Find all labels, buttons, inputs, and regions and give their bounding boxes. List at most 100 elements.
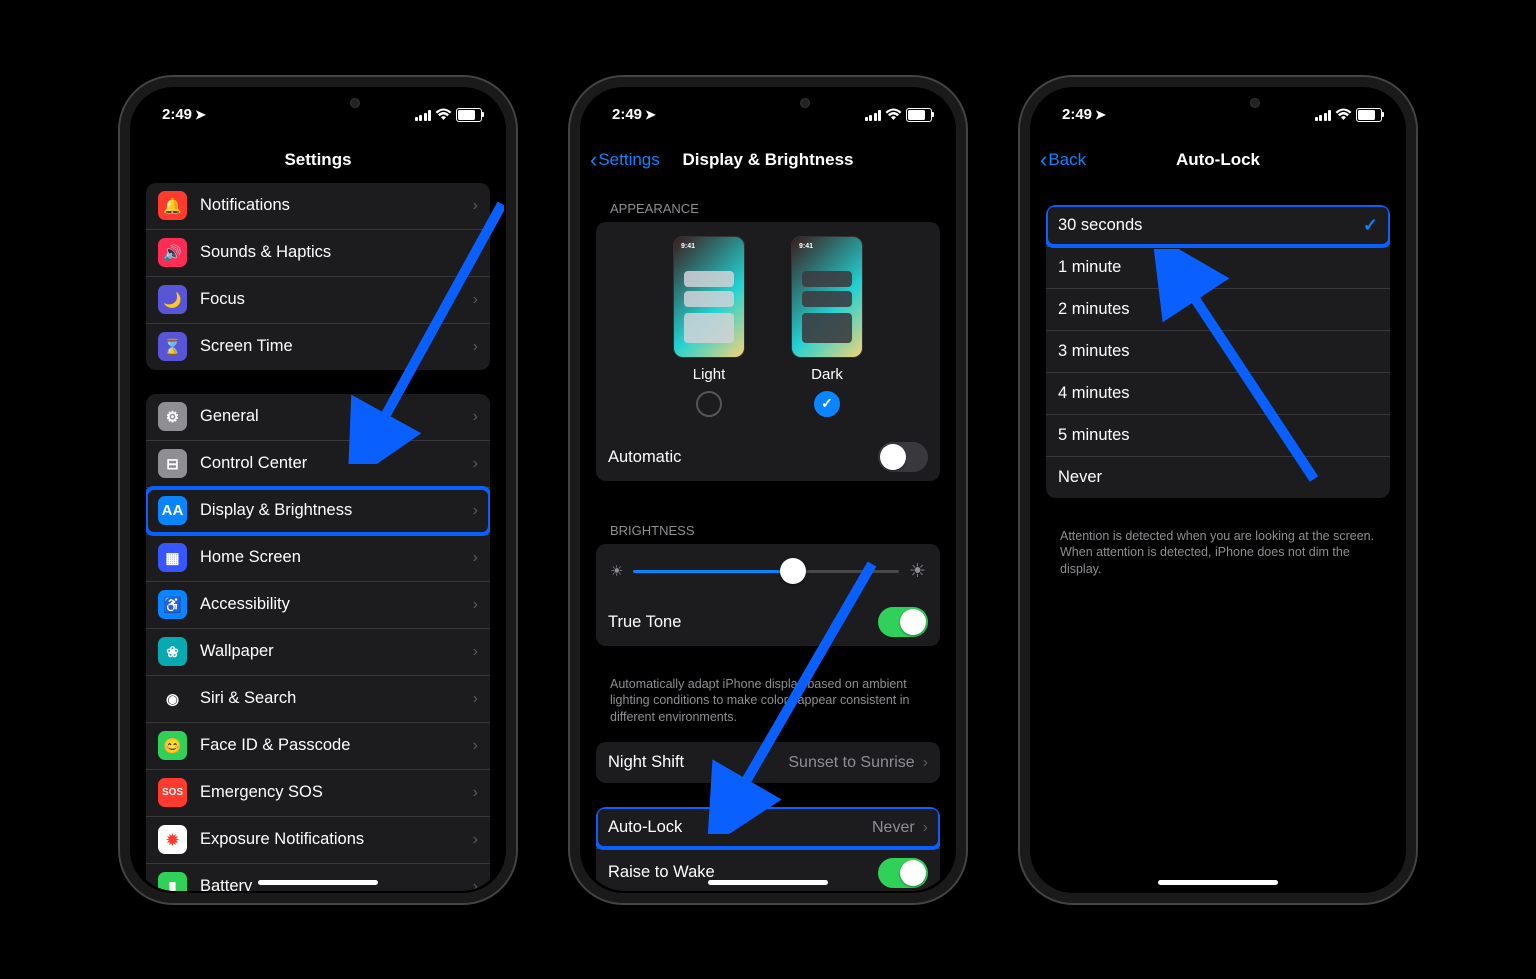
header: ‹ Settings Display & Brightness (582, 137, 954, 183)
settings-row-emergency-sos[interactable]: SOSEmergency SOS› (146, 770, 490, 817)
row-icon: 🌙 (158, 285, 187, 314)
back-button[interactable]: ‹ Settings (590, 147, 660, 173)
raise-toggle[interactable] (878, 858, 928, 888)
chevron-right-icon: › (473, 737, 478, 755)
settings-row-focus[interactable]: 🌙 Focus› (146, 277, 490, 324)
autolock-options: 30 seconds✓ 1 minute 2 minutes 3 minutes4 m… (1046, 205, 1390, 498)
option-label: 5 minutes (1058, 426, 1378, 445)
content[interactable]: 30 seconds✓ 1 minute 2 minutes 3 minutes4 m… (1032, 183, 1404, 891)
location-icon: ➤ (1095, 107, 1106, 123)
chevron-right-icon: › (473, 878, 478, 891)
chevron-right-icon: › (473, 291, 478, 309)
wifi-icon (435, 108, 452, 121)
true-tone-row[interactable]: True Tone (596, 599, 940, 646)
light-radio[interactable] (696, 391, 722, 417)
appearance-light[interactable]: Light (673, 236, 745, 422)
autolock-option[interactable]: 4 minutes (1046, 373, 1390, 415)
light-label: Light (673, 366, 745, 383)
true-tone-label: True Tone (608, 613, 878, 632)
settings-row-wallpaper[interactable]: ❀Wallpaper› (146, 629, 490, 676)
appearance-dark[interactable]: Dark (791, 236, 863, 422)
check-icon: ✓ (1363, 215, 1378, 236)
section-brightness: BRIGHTNESS (596, 505, 940, 544)
settings-row-general[interactable]: ⚙General› (146, 394, 490, 441)
row-label: Home Screen (200, 548, 473, 567)
autolock-raise-group: Auto-Lock Never › Raise to Wake (596, 807, 940, 890)
option-label: 1 minute (1058, 258, 1378, 277)
chevron-left-icon: ‹ (590, 147, 597, 173)
chevron-right-icon: › (923, 754, 928, 772)
chevron-right-icon: › (473, 549, 478, 567)
status-time: 2:49 (1062, 106, 1092, 123)
home-indicator[interactable] (258, 880, 378, 885)
autolock-option[interactable]: 1 minute (1046, 247, 1390, 289)
page-title: Auto-Lock (1176, 150, 1260, 170)
chevron-right-icon: › (473, 643, 478, 661)
autolock-option[interactable]: 2 minutes (1046, 289, 1390, 331)
settings-row-sounds-haptics[interactable]: 🔊Sounds & Haptics› (146, 230, 490, 277)
night-shift-row[interactable]: Night Shift Sunset to Sunrise › (596, 742, 940, 783)
brightness-group: ☀︎ ☀︎ True Tone (596, 544, 940, 646)
night-shift-label: Night Shift (608, 753, 788, 772)
option-label: Never (1058, 468, 1378, 487)
page-title: Display & Brightness (683, 150, 854, 170)
settings-row-screen-time[interactable]: ⌛Screen Time› (146, 324, 490, 370)
row-label: Focus (200, 290, 473, 309)
settings-row-notifications[interactable]: 🔔Notifications› (146, 183, 490, 230)
row-icon: 🔔 (158, 191, 187, 220)
automatic-row[interactable]: Automatic (596, 434, 940, 481)
row-label: Display & Brightness (200, 501, 473, 520)
page-title: Settings (284, 150, 351, 170)
autolock-option[interactable]: Never (1046, 457, 1390, 498)
content[interactable]: APPEARANCE Light Dark (582, 183, 954, 891)
settings-row-face-id-passcode[interactable]: 😊Face ID & Passcode› (146, 723, 490, 770)
row-label: Accessibility (200, 595, 473, 614)
row-icon: 😊 (158, 731, 187, 760)
automatic-label: Automatic (608, 448, 878, 467)
notch (688, 89, 848, 117)
settings-row-battery[interactable]: ▮Battery› (146, 864, 490, 891)
night-shift-group: Night Shift Sunset to Sunrise › (596, 742, 940, 783)
home-indicator[interactable] (1158, 880, 1278, 885)
settings-row-accessibility[interactable]: ♿Accessibility› (146, 582, 490, 629)
screen-autolock: 2:49 ➤ ‹ Back Auto-Lock 30 seconds✓ 1 min… (1032, 89, 1404, 891)
autolock-option[interactable]: 30 seconds✓ (1046, 205, 1390, 247)
status-time: 2:49 (612, 106, 642, 123)
notch (1138, 89, 1298, 117)
settings-row-exposure-notifications[interactable]: ✹Exposure Notifications› (146, 817, 490, 864)
settings-row-siri-search[interactable]: ◉Siri & Search› (146, 676, 490, 723)
night-shift-value: Sunset to Sunrise (788, 754, 914, 772)
autolock-option[interactable]: 3 minutes (1046, 331, 1390, 373)
brightness-slider-row[interactable]: ☀︎ ☀︎ (596, 544, 940, 599)
row-icon: ⚙ (158, 402, 187, 431)
dark-radio[interactable] (814, 391, 840, 417)
location-icon: ➤ (195, 107, 206, 123)
chevron-left-icon: ‹ (1040, 147, 1047, 173)
settings-row-control-center[interactable]: ⊟Control Center› (146, 441, 490, 488)
sun-large-icon: ☀︎ (909, 560, 926, 583)
auto-lock-value: Never (872, 819, 915, 837)
brightness-slider[interactable] (633, 570, 899, 573)
back-button[interactable]: ‹ Back (1040, 147, 1086, 173)
wifi-icon (885, 108, 902, 121)
settings-group-general: ⚙General›⊟Control Center›AADisplay & Bri… (146, 394, 490, 891)
content[interactable]: 🔔Notifications›🔊Sounds & Haptics›🌙Focus›… (132, 183, 504, 891)
row-icon: ◉ (158, 684, 187, 713)
true-tone-toggle[interactable] (878, 607, 928, 637)
settings-row-home-screen[interactable]: ▦Home Screen› (146, 535, 490, 582)
signal-icon (415, 109, 432, 121)
row-icon: 🔊 (158, 238, 187, 267)
home-indicator[interactable] (708, 880, 828, 885)
automatic-toggle[interactable] (878, 442, 928, 472)
autolock-option[interactable]: 5 minutes (1046, 415, 1390, 457)
auto-lock-row[interactable]: Auto-Lock Never › (596, 807, 940, 849)
battery-icon (456, 108, 482, 122)
settings-row-display-brightness[interactable]: AADisplay & Brightness› (146, 488, 490, 535)
option-label: 2 minutes (1058, 300, 1378, 319)
dark-preview-icon (791, 236, 863, 358)
row-label: Notifications (200, 196, 473, 215)
row-icon: SOS (158, 778, 187, 807)
chevron-right-icon: › (473, 455, 478, 473)
row-label: Sounds & Haptics (200, 243, 473, 262)
chevron-right-icon: › (473, 784, 478, 802)
